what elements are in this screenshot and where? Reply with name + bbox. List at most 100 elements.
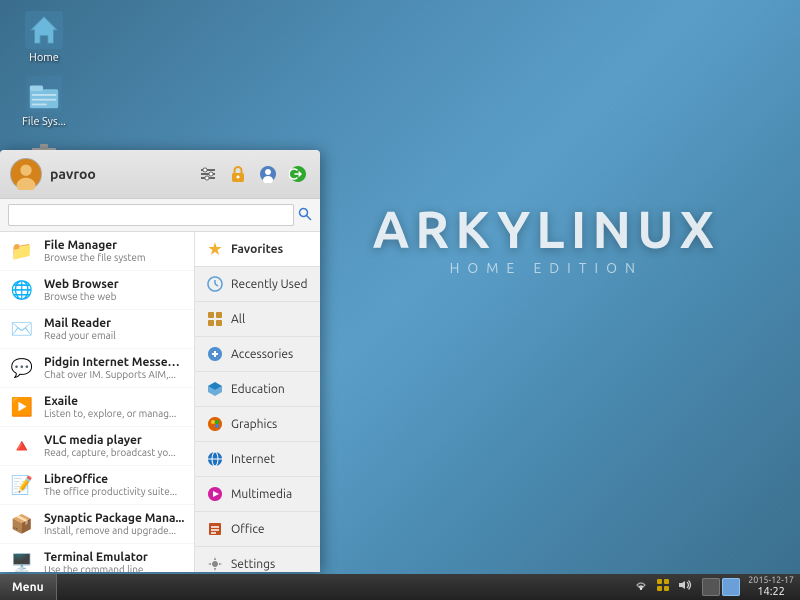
app-desc-terminal: Use the command line (44, 564, 186, 572)
filesystem-icon (24, 74, 64, 114)
filesystem-label: File Sys... (22, 116, 66, 128)
category-item-all[interactable]: All (195, 302, 320, 337)
app-desc-pidgin: Chat over IM. Supports AIM,... (44, 369, 186, 380)
cat-icon-graphics (205, 414, 225, 434)
app-item-pidgin[interactable]: 💬 Pidgin Internet Messenger Chat over IM… (0, 349, 194, 388)
cat-icon-multimedia (205, 484, 225, 504)
app-item-web-browser[interactable]: 🌐 Web Browser Browse the web (0, 271, 194, 310)
app-desc-mail-reader: Read your email (44, 330, 186, 341)
cat-label-accessories: Accessories (231, 348, 293, 361)
cat-label-recently-used: Recently Used (231, 278, 308, 291)
cat-icon-favorites: ★ (205, 239, 225, 259)
app-desc-libreoffice: The office productivity suite... (44, 486, 186, 497)
tray-clock: 14:22 (757, 586, 785, 599)
app-desc-synaptic: Install, remove and upgrade... (44, 525, 186, 536)
app-icon-file-manager: 📁 (8, 237, 36, 265)
app-item-mail-reader[interactable]: ✉️ Mail Reader Read your email (0, 310, 194, 349)
tray-workspace-buttons (702, 578, 740, 596)
desktop-icon-home[interactable]: Home (12, 10, 76, 64)
config-button[interactable] (196, 162, 220, 186)
category-item-favorites[interactable]: ★ Favorites (195, 232, 320, 267)
logout-button[interactable] (286, 162, 310, 186)
header-icons (196, 162, 310, 186)
menu-header: pavroo (0, 150, 320, 199)
cat-icon-settings (205, 554, 225, 572)
cat-icon-recently-used (205, 274, 225, 294)
cat-icon-office (205, 519, 225, 539)
taskbar-tray: 2015-12-17 14:22 (632, 575, 800, 599)
menu-search-bar (0, 199, 320, 232)
category-item-accessories[interactable]: Accessories (195, 337, 320, 372)
cat-icon-education (205, 379, 225, 399)
cat-icon-accessories (205, 344, 225, 364)
category-item-education[interactable]: Education (195, 372, 320, 407)
desktop-icon-filesystem[interactable]: File Sys... (12, 74, 76, 128)
app-item-terminal[interactable]: 🖥️ Terminal Emulator Use the command lin… (0, 544, 194, 572)
brand-area: ARKYLINUX HOME EDITION (373, 200, 720, 276)
cat-label-favorites: Favorites (231, 243, 283, 256)
cat-icon-internet (205, 449, 225, 469)
apps-panel: 📁 File Manager Browse the file system 🌐 … (0, 232, 195, 572)
cat-icon-all (205, 309, 225, 329)
app-name-synaptic: Synaptic Package Mana... (44, 512, 186, 525)
app-item-vlc[interactable]: 🔺 VLC media player Read, capture, broadc… (0, 427, 194, 466)
app-name-libreoffice: LibreOffice (44, 473, 186, 486)
category-item-graphics[interactable]: Graphics (195, 407, 320, 442)
user-avatar (10, 158, 42, 190)
category-item-settings[interactable]: Settings (195, 547, 320, 572)
app-desc-file-manager: Browse the file system (44, 252, 186, 263)
app-icon-synaptic: 📦 (8, 510, 36, 538)
desktop: ARKYLINUX HOME EDITION Home (0, 0, 800, 600)
taskbar: Menu (0, 574, 800, 600)
tray-date: 2015-12-17 (748, 575, 794, 586)
app-name-file-manager: File Manager (44, 239, 186, 252)
app-name-vlc: VLC media player (44, 434, 186, 447)
brand-subtitle: HOME EDITION (373, 260, 720, 276)
app-icon-exaile: ▶️ (8, 393, 36, 421)
application-menu: pavroo (0, 150, 320, 572)
cat-label-education: Education (231, 383, 285, 396)
app-icon-web-browser: 🌐 (8, 276, 36, 304)
category-item-office[interactable]: Office (195, 512, 320, 547)
app-item-synaptic[interactable]: 📦 Synaptic Package Mana... Install, remo… (0, 505, 194, 544)
cat-label-all: All (231, 313, 245, 326)
category-item-internet[interactable]: Internet (195, 442, 320, 477)
cat-label-multimedia: Multimedia (231, 488, 292, 501)
brand-title: ARKYLINUX (373, 200, 720, 258)
app-icon-mail-reader: ✉️ (8, 315, 36, 343)
app-icon-libreoffice: 📝 (8, 471, 36, 499)
app-item-file-manager[interactable]: 📁 File Manager Browse the file system (0, 232, 194, 271)
cat-label-settings: Settings (231, 558, 275, 571)
app-icon-vlc: 🔺 (8, 432, 36, 460)
workspace-2-button[interactable] (722, 578, 740, 596)
home-icon (24, 10, 64, 50)
tray-datetime[interactable]: 2015-12-17 14:22 (748, 575, 794, 599)
cat-label-internet: Internet (231, 453, 275, 466)
app-name-mail-reader: Mail Reader (44, 317, 186, 330)
app-item-libreoffice[interactable]: 📝 LibreOffice The office productivity su… (0, 466, 194, 505)
cat-label-graphics: Graphics (231, 418, 277, 431)
menu-body: 📁 File Manager Browse the file system 🌐 … (0, 232, 320, 572)
app-name-pidgin: Pidgin Internet Messenger (44, 356, 186, 369)
app-icon-terminal: 🖥️ (8, 549, 36, 572)
app-desc-vlc: Read, capture, broadcast yo... (44, 447, 186, 458)
app-desc-exaile: Listen to, explore, or manag... (44, 408, 186, 419)
tray-app-icon[interactable] (654, 576, 672, 597)
app-icon-pidgin: 💬 (8, 354, 36, 382)
app-desc-web-browser: Browse the web (44, 291, 186, 302)
username: pavroo (50, 166, 196, 182)
app-name-terminal: Terminal Emulator (44, 551, 186, 564)
tray-network-icon[interactable] (632, 577, 650, 596)
lock-button[interactable] (226, 162, 250, 186)
tray-volume-icon[interactable] (676, 577, 694, 596)
start-button[interactable]: Menu (0, 574, 57, 600)
search-button[interactable] (298, 207, 312, 224)
user-button[interactable] (256, 162, 280, 186)
category-item-multimedia[interactable]: Multimedia (195, 477, 320, 512)
home-label: Home (29, 52, 59, 64)
cat-label-office: Office (231, 523, 265, 536)
app-item-exaile[interactable]: ▶️ Exaile Listen to, explore, or manag..… (0, 388, 194, 427)
search-input[interactable] (8, 204, 294, 226)
category-item-recently-used[interactable]: Recently Used (195, 267, 320, 302)
workspace-1-button[interactable] (702, 578, 720, 596)
